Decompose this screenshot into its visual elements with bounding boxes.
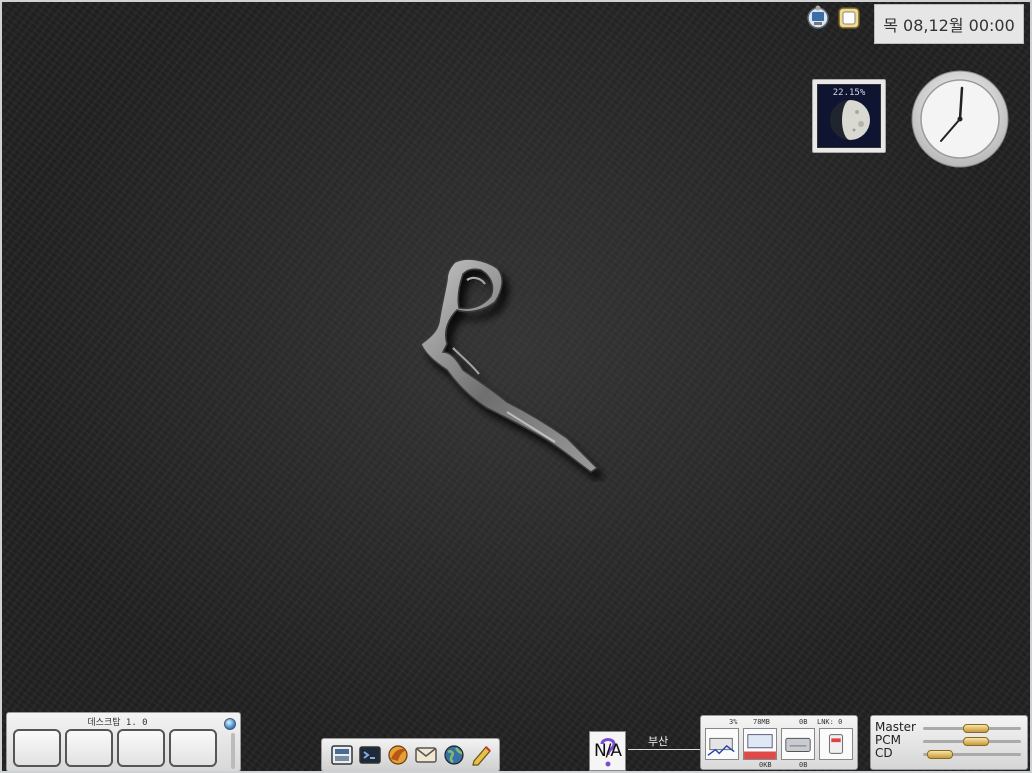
moon-phase-widget[interactable]: 22.15% — [812, 79, 886, 153]
system-monitor[interactable]: 3% 78MB 0B LNK: 0 0KB 0B — [700, 715, 858, 770]
cpu-icon — [707, 737, 735, 756]
pcm-volume-slider[interactable] — [923, 737, 1021, 746]
memory-usage-text: 78MB — [753, 718, 770, 726]
pager-desktop-2[interactable] — [65, 729, 113, 767]
pcm-volume-knob[interactable] — [963, 737, 989, 746]
editor-icon[interactable] — [470, 743, 494, 767]
pager-desktop-4[interactable] — [169, 729, 217, 767]
network-icon[interactable] — [805, 4, 831, 32]
moon-phase-panel: 22.15% — [817, 84, 881, 148]
network-link-text: LNK: 0 — [817, 718, 843, 726]
master-volume-knob[interactable] — [963, 724, 989, 733]
terminal-icon[interactable] — [836, 4, 862, 32]
pager-scrollbar[interactable] — [231, 733, 235, 769]
pager-label: 데스크탑 1. 0 — [87, 718, 148, 728]
moon-icon — [830, 100, 870, 140]
weather-city: 부산 — [648, 735, 669, 748]
mail-icon[interactable] — [414, 743, 438, 767]
disk-slot — [781, 728, 815, 760]
desktop-pager[interactable]: 데스크탑 1. 0 — [6, 712, 241, 771]
date-time-text: 목 08,12월 00:00 — [883, 16, 1015, 35]
file-manager-icon[interactable] — [330, 743, 354, 767]
mixer-label-master: Master — [875, 720, 916, 734]
hard-disk-icon — [785, 737, 811, 752]
disk-read-text: 0B — [799, 718, 808, 726]
pager-desktop-1[interactable] — [13, 729, 61, 767]
analog-clock[interactable] — [910, 69, 1010, 169]
terminal-app-icon[interactable] — [358, 743, 382, 767]
cpu-usage-text: 3% — [729, 718, 738, 726]
pager-desktop-3[interactable] — [117, 729, 165, 767]
memory-slot — [743, 728, 777, 760]
volume-mixer[interactable]: Master PCM CD — [870, 715, 1028, 770]
network-slot — [819, 728, 853, 760]
mixer-label-pcm: PCM — [875, 733, 901, 747]
cd-volume-slider[interactable] — [923, 750, 1021, 759]
memory-icon — [744, 734, 776, 759]
weather-divider — [628, 749, 700, 750]
weather-status-text: N/A — [593, 741, 622, 761]
globe-icon[interactable] — [442, 743, 466, 767]
fox-browser-icon[interactable] — [386, 743, 410, 767]
swap-usage-text: 0KB — [759, 761, 772, 769]
network-card-icon — [828, 734, 844, 754]
weather-widget[interactable]: N/A — [589, 731, 626, 771]
cpu-slot — [705, 728, 739, 760]
disk-write-text: 0B — [799, 761, 808, 769]
launcher-bar — [321, 738, 500, 771]
wallpaper-logo — [420, 258, 599, 473]
mixer-label-cd: CD — [875, 746, 893, 760]
master-volume-slider[interactable] — [923, 724, 1021, 733]
date-time-display[interactable]: 목 08,12월 00:00 — [874, 4, 1024, 44]
pager-menu-button[interactable] — [224, 718, 236, 730]
cd-volume-knob[interactable] — [927, 750, 953, 759]
desktop[interactable]: 목 08,12월 00:00 22.15% 데스크탑 1. 0 N/A 부산 3… — [0, 0, 1032, 773]
